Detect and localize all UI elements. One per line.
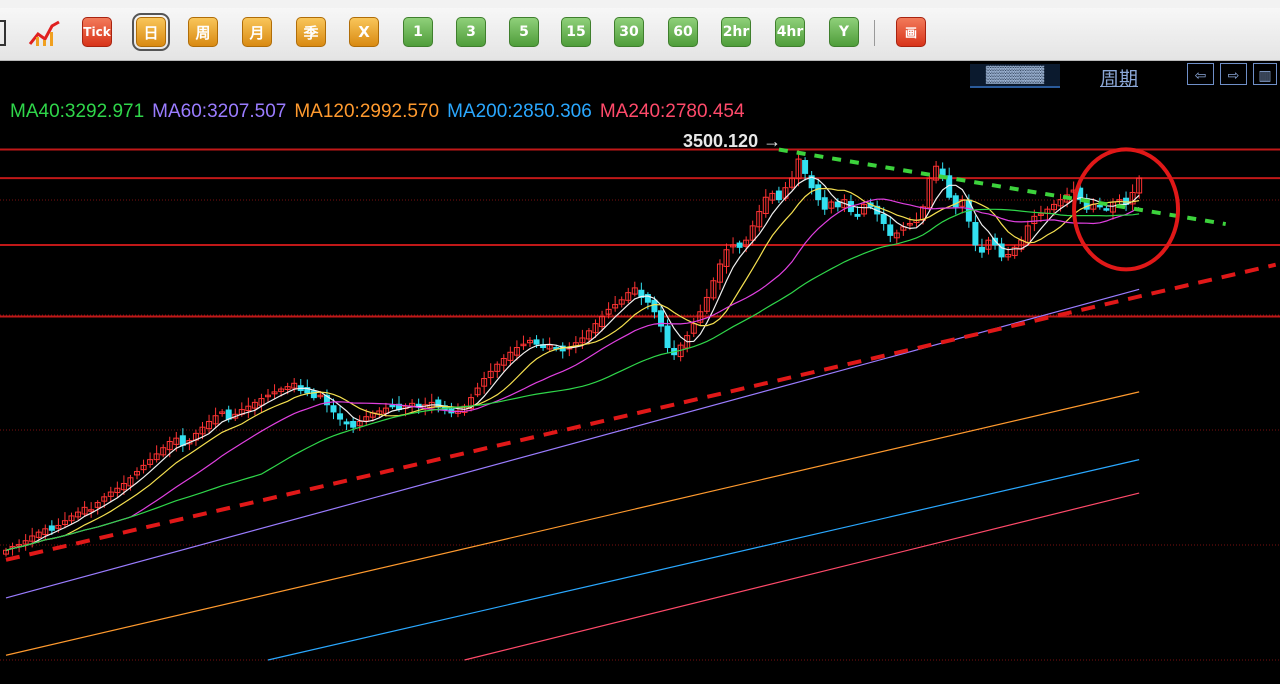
down-candle [775,190,782,201]
ma5-line [5,176,1140,551]
layout-icon[interactable]: ▥ [1253,63,1277,85]
scroll-right-icon[interactable]: ⇨ [1220,63,1247,85]
down-candle [225,409,232,420]
down-candle [651,299,658,313]
down-candle [972,222,979,246]
ma20-line [5,198,1140,551]
ma120-line [5,391,1140,656]
down-candle [834,201,841,208]
ma200-line [267,459,1140,661]
product-selector[interactable]: ▓▓▓▓▓ [970,64,1060,88]
down-candle [330,405,337,413]
peak-price-label: 3500.120 → [683,131,782,151]
ma240-line [464,492,1140,661]
down-candle [337,413,344,420]
down-candle [802,160,809,174]
down-candle [350,420,357,428]
down-candle [854,213,861,217]
down-candle [821,197,828,210]
ma10-line [5,187,1140,551]
down-candle [179,435,186,446]
down-candle [887,224,894,236]
down-candle [48,525,55,531]
ma240-label: MA240:2780.454 [599,101,745,122]
down-candle [310,390,317,399]
ma120-label: MA120:2992.570 [294,101,440,122]
ma-legend: MA40:3292.971 MA60:3207.507 MA120:2992.570… [10,101,753,123]
down-candle [533,339,540,345]
down-candle [1103,208,1110,211]
ma200-label: MA200:2850.306 [447,101,592,122]
scroll-left-icon[interactable]: ⇦ [1187,63,1214,85]
down-candle [815,184,822,201]
period-link[interactable]: 周期 [1100,64,1138,91]
down-candle [389,404,396,408]
ma60-label: MA60:3207.507 [152,101,287,122]
down-candle [978,246,985,253]
down-candle [1096,204,1103,208]
support-trendline [5,262,1277,562]
down-candle [880,213,887,224]
down-candle [736,242,743,248]
down-candle [664,325,671,349]
down-candle [343,421,350,425]
ma40-label: MA40:3292.971 [10,101,145,122]
